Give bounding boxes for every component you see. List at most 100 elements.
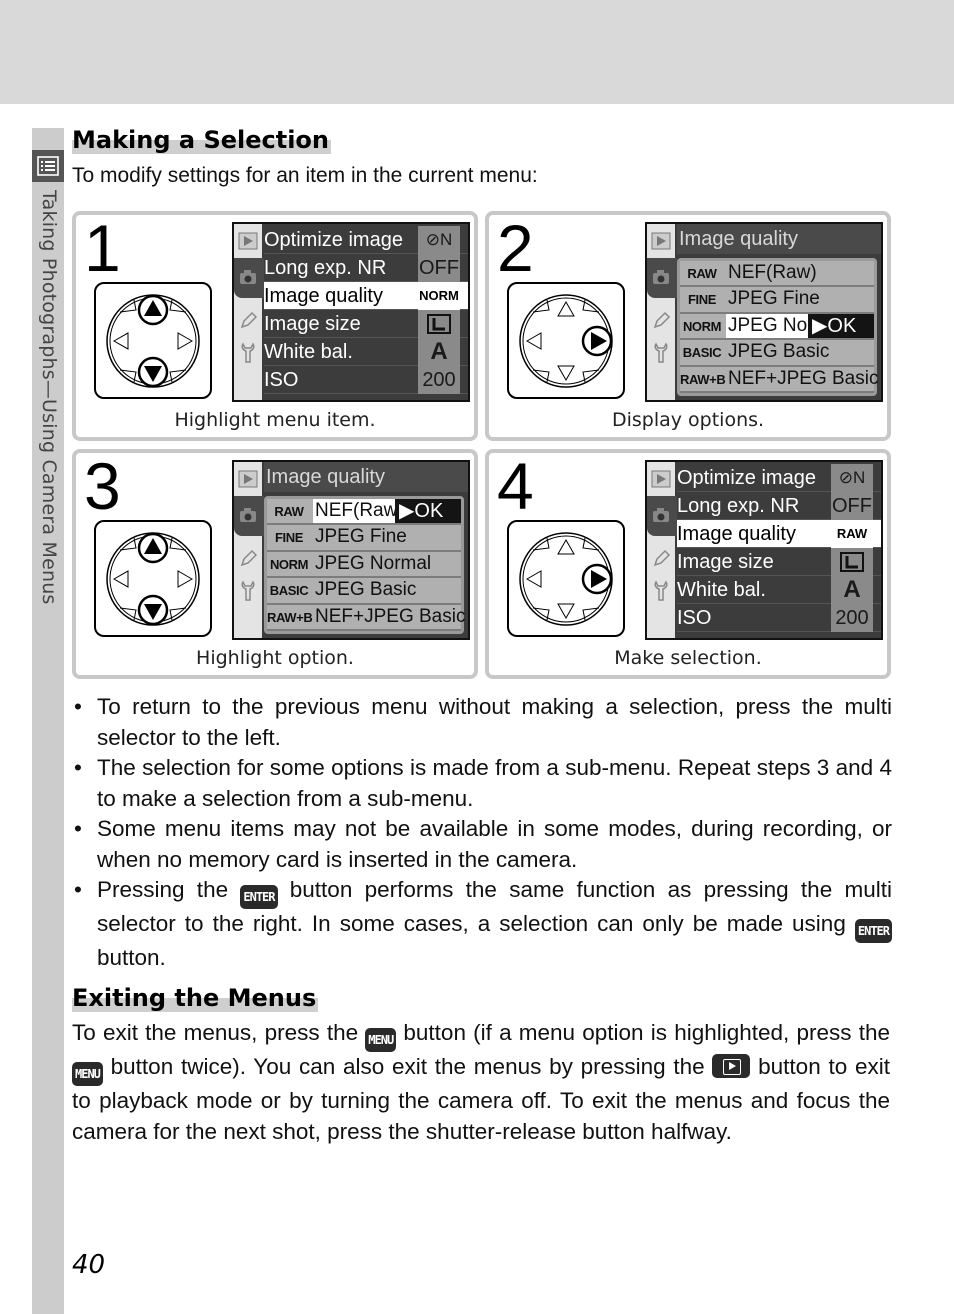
section-sidebar-tab: Taking Photographs—Using Camera Menus xyxy=(32,128,64,1314)
step-caption: Display options. xyxy=(611,409,765,431)
menu-item-label: White bal. xyxy=(264,341,353,363)
wrench-icon xyxy=(650,342,672,364)
menu-item[interactable]: Optimize image ⊘N xyxy=(677,464,881,492)
bullet-text: To return to the previous menu without m… xyxy=(97,694,892,750)
menu-item[interactable]: Optimize image ⊘N xyxy=(264,226,468,254)
quality-code-icon: RAW+B xyxy=(680,366,726,391)
option-label: JPEG Normal xyxy=(315,552,432,574)
menu-item-label: Image quality xyxy=(677,523,796,545)
step-caption: Highlight option. xyxy=(196,647,354,669)
ok-prompt: ▶OK xyxy=(808,313,874,338)
camera-lcd-menu: Optimize image ⊘N Long exp. NR OFF Image qua… xyxy=(232,222,470,402)
bullet-text: Pressing the xyxy=(97,877,229,902)
quality-code-icon: BASIC xyxy=(267,578,311,603)
menu-item-label: Image quality xyxy=(264,285,383,307)
menu-item[interactable]: Long exp. NR OFF xyxy=(677,492,881,520)
submenu-option[interactable]: NORM JPEG Nor ▶OK xyxy=(680,313,874,341)
submenu-option[interactable]: BASIC JPEG Basic xyxy=(680,340,874,367)
bullet-dot: • xyxy=(74,755,82,780)
menu-list: Optimize image ⊘N Long exp. NR OFF Image qua… xyxy=(264,226,468,394)
multi-selector-icon xyxy=(519,532,613,626)
bullet-text: Some menu items may not be available in … xyxy=(97,816,892,872)
step-number: 3 xyxy=(84,449,121,523)
pencil-icon xyxy=(237,548,259,570)
quality-code-icon: RAW xyxy=(267,499,311,523)
exit-paragraph: To exit the menus, press the MENU button… xyxy=(72,1018,890,1147)
bullet-text: The selection for some options is made f… xyxy=(97,755,892,811)
step-panel-3: 3 Image quality RAW NEF(Raw) ▶OK FINE JPEG Fin… xyxy=(72,449,478,679)
submenu-option[interactable]: FINE JPEG Fine xyxy=(267,525,461,552)
step-number: 4 xyxy=(497,449,534,523)
menu-item[interactable]: Image quality RAW xyxy=(677,520,881,548)
quality-code-icon: NORM xyxy=(267,551,311,576)
camera-lcd-menu: Image quality RAW NEF(Raw) FINE JPEG Fine NOR… xyxy=(645,222,883,402)
menu-item-label: Optimize image xyxy=(677,467,816,489)
quality-code-icon: NORM xyxy=(680,313,724,338)
multi-selector-diagram xyxy=(507,282,625,399)
menu-item-value: A xyxy=(418,338,460,366)
optimize-normal-icon: ⊘N xyxy=(418,226,460,254)
multi-selector-diagram xyxy=(94,282,212,399)
multi-selector-icon xyxy=(106,294,200,388)
bullet-item: • To return to the previous menu without … xyxy=(72,692,892,753)
enter-button-icon: ENTER xyxy=(240,885,278,909)
menu-item[interactable]: ISO 200 xyxy=(264,366,468,394)
menu-item[interactable]: White bal. A xyxy=(677,576,881,604)
step-number: 2 xyxy=(497,211,534,285)
page-number: 40 xyxy=(72,1250,106,1280)
menu-item[interactable]: ISO 200 xyxy=(677,604,881,632)
option-label: NEF(Raw) xyxy=(728,262,817,283)
heading-text: Making a Selection xyxy=(72,126,332,154)
menu-item[interactable]: Image quality NORM xyxy=(264,282,468,310)
submenu-option[interactable]: BASIC JPEG Basic xyxy=(267,578,461,605)
step-panel-4: 4 Optimize image ⊘N Long exp. NR OFF Image qu… xyxy=(485,449,891,679)
menu-item[interactable]: White bal. A xyxy=(264,338,468,366)
quality-code-icon: FINE xyxy=(680,287,724,312)
pencil-icon xyxy=(650,548,672,570)
camera-lcd-menu: Image quality RAW NEF(Raw) ▶OK FINE JPEG Fine… xyxy=(232,460,470,640)
menu-item-value: OFF xyxy=(831,492,873,520)
menu-list-icon xyxy=(32,150,64,182)
menu-button-icon: MENU xyxy=(365,1028,397,1052)
quality-code-icon: RAW+B xyxy=(267,604,313,629)
menu-item[interactable]: Image size xyxy=(677,548,881,576)
enter-button-icon: ENTER xyxy=(854,919,892,943)
menu-tab-rail xyxy=(234,462,264,638)
camera-icon xyxy=(237,266,259,288)
playback-menu-icon xyxy=(650,468,672,490)
menu-button-icon: MENU xyxy=(72,1062,103,1086)
option-label: JPEG Basic xyxy=(315,579,417,601)
menu-list: Optimize image ⊘N Long exp. NR OFF Image qua… xyxy=(677,464,881,632)
option-label: JPEG Fine xyxy=(728,288,820,310)
bullet-dot: • xyxy=(74,816,82,841)
paragraph-text: To exit the menus, press the xyxy=(72,1020,359,1045)
bullet-item: • The selection for some options is made … xyxy=(72,753,892,814)
submenu-option[interactable]: FINE JPEG Fine xyxy=(680,287,874,314)
intro-text: To modify settings for an item in the cu… xyxy=(72,164,538,187)
pencil-icon xyxy=(650,310,672,332)
menu-item-value: A xyxy=(831,576,873,604)
menu-item-value: NORM xyxy=(418,282,460,310)
section-heading-exiting-menus: Exiting the Menus xyxy=(72,984,319,1012)
menu-item-label: Long exp. NR xyxy=(264,257,387,279)
menu-item-label: ISO xyxy=(264,369,299,391)
submenu-option[interactable]: RAW NEF(Raw) ▶OK xyxy=(267,499,461,526)
menu-item-label: Long exp. NR xyxy=(677,495,800,517)
menu-item[interactable]: Long exp. NR OFF xyxy=(264,254,468,282)
menu-item-value: OFF xyxy=(418,254,460,282)
submenu-option[interactable]: RAW NEF(Raw) xyxy=(680,261,874,288)
step-number: 1 xyxy=(84,211,121,285)
menu-tab-rail xyxy=(234,224,264,400)
submenu-option[interactable]: RAW+B NEF+JPEG Basic xyxy=(680,366,879,393)
option-label: NEF+JPEG Basic xyxy=(728,367,879,389)
playback-button-icon xyxy=(712,1054,751,1078)
camera-icon xyxy=(650,266,672,288)
submenu-option[interactable]: NORM JPEG Normal xyxy=(267,551,461,579)
optimize-normal-icon: ⊘N xyxy=(831,464,873,492)
camera-icon xyxy=(650,504,672,526)
submenu-option[interactable]: RAW+B NEF+JPEG Basic xyxy=(267,604,465,631)
bullet-dot: • xyxy=(74,694,82,719)
menu-item[interactable]: Image size xyxy=(264,310,468,338)
pencil-icon xyxy=(237,310,259,332)
step-panel-2: 2 Image quality RAW NEF(Raw) FINE JPEG Fine NO… xyxy=(485,211,891,441)
